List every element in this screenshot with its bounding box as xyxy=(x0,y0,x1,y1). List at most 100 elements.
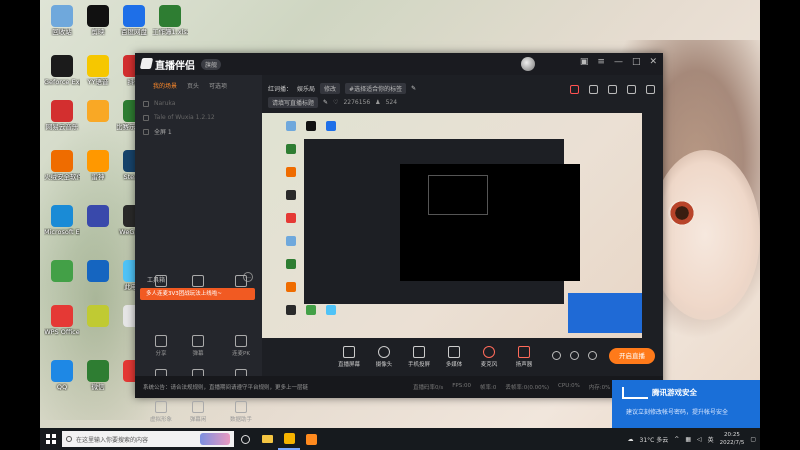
app-icon xyxy=(305,433,317,445)
layout-icon[interactable] xyxy=(608,85,617,94)
taskbar: 在这里输入你要搜索的内容 ☁ 31°C 多云 ^ ▦ ◁ 英 20:25 202… xyxy=(40,428,760,450)
desktop-icon[interactable]: 工作簿1.xlsx xyxy=(152,5,188,36)
tool-item[interactable]: 连麦PK xyxy=(223,335,259,357)
tool-item[interactable]: 分享 xyxy=(143,335,179,357)
left-letterbox xyxy=(0,0,40,450)
likes-icon: ♡ xyxy=(333,99,339,106)
search-placeholder: 在这里输入你要搜索的内容 xyxy=(76,436,149,444)
stream-preview[interactable] xyxy=(262,113,642,338)
go-live-button[interactable]: 开启直播 xyxy=(609,348,655,364)
menu-icon[interactable]: ≡ xyxy=(597,57,605,67)
start-button[interactable] xyxy=(40,428,62,450)
desktop-icon[interactable] xyxy=(44,260,80,283)
record-icon[interactable] xyxy=(552,351,561,360)
desktop-icon[interactable]: 微信 xyxy=(80,360,116,391)
desktop-icon[interactable]: Microsoft Edge xyxy=(44,205,80,236)
eye-icon[interactable] xyxy=(143,100,149,107)
app-icon xyxy=(87,5,109,27)
wallpaper-eye xyxy=(668,200,696,226)
stat-bitrate: 直播码率0/s xyxy=(413,385,444,391)
windows-logo-icon xyxy=(46,434,56,444)
tool-item[interactable]: 弹幕 xyxy=(180,335,216,357)
eye-icon[interactable] xyxy=(143,114,149,121)
eye-icon[interactable] xyxy=(143,128,149,135)
desktop-icon[interactable] xyxy=(80,305,116,328)
tool-item[interactable]: 弹幕闲 xyxy=(180,401,216,423)
microphone-button[interactable]: 麦克风 xyxy=(472,346,506,368)
tool-icon xyxy=(235,275,247,287)
desktop-icon[interactable]: 网易云音乐 xyxy=(44,100,80,131)
avatar[interactable] xyxy=(521,57,535,71)
weather-text[interactable]: 31°C 多云 xyxy=(640,435,669,444)
task-view-button[interactable] xyxy=(234,428,256,450)
share-icon[interactable] xyxy=(646,85,655,94)
gift-icon[interactable] xyxy=(570,85,579,94)
pencil-icon[interactable]: ✎ xyxy=(323,99,328,106)
screen: 回收站 剪映 百度网盘工作簿1.xlsx Geforce Experience YY语音… xyxy=(0,0,800,450)
desktop-icon-label: WPS Office xyxy=(44,328,80,336)
close-icon[interactable]: ✕ xyxy=(649,57,657,67)
desktop-icon[interactable]: Geforce Experience xyxy=(44,55,80,86)
volume-icon[interactable]: ◁ xyxy=(697,436,702,443)
tab-options[interactable]: 可选项 xyxy=(209,81,227,90)
scene-item[interactable]: 全屏 1 xyxy=(135,122,262,136)
tool-item[interactable] xyxy=(180,275,216,287)
scene-item[interactable]: Tale of Wuxia 1.2.12 xyxy=(135,108,262,122)
network-icon[interactable]: ▦ xyxy=(685,436,691,443)
edit-category-button[interactable]: 修改 xyxy=(320,83,341,94)
lock-icon[interactable] xyxy=(589,85,598,94)
promo-tooltip[interactable]: 多人连麦3V3团战玩法上线啦~ xyxy=(140,288,255,300)
desktop-icon[interactable]: 雷神 xyxy=(80,150,116,181)
desktop-icon[interactable]: 百度网盘 xyxy=(116,5,152,36)
speaker-button[interactable]: 扬声器 xyxy=(507,346,541,368)
pencil-icon[interactable]: ✎ xyxy=(411,85,416,92)
tab-header[interactable]: 页头 xyxy=(187,81,199,90)
taskbar-app-live-companion[interactable] xyxy=(278,428,300,450)
desktop-icon[interactable]: 剪映 xyxy=(80,5,116,36)
room-label: 红词播： xyxy=(268,86,293,93)
tray-chevron-icon[interactable]: ^ xyxy=(674,436,679,443)
tool-item[interactable]: 虚拟形象 xyxy=(143,401,179,423)
phone-cast-button[interactable]: 手机投屏 xyxy=(402,346,436,368)
preview-app-icon xyxy=(286,121,296,131)
security-toast[interactable]: 腾讯游戏安全 建议立刻修改帐号密码，提升帐号安全 xyxy=(612,380,760,428)
task-view-icon xyxy=(240,434,250,444)
version-badge[interactable]: 旗舰 xyxy=(201,58,222,70)
bell-icon[interactable] xyxy=(627,85,636,94)
desktop-icon[interactable] xyxy=(80,205,116,228)
maximize-icon[interactable]: □ xyxy=(632,57,641,67)
live-title-field[interactable]: 请填写直播标题 xyxy=(268,97,319,108)
taskbar-app-orange[interactable] xyxy=(300,428,322,450)
desktop-icon[interactable]: YY语音 xyxy=(80,55,116,86)
tab-my-scenes[interactable]: 我的场景 xyxy=(153,81,177,90)
tool-item[interactable]: 数据助手 xyxy=(223,401,259,423)
app-icon xyxy=(87,360,109,382)
camera-button[interactable]: 摄像头 xyxy=(367,346,401,368)
desktop-icon[interactable]: QQ xyxy=(44,360,80,391)
taskbar-search[interactable]: 在这里输入你要搜索的内容 xyxy=(62,431,234,447)
file-explorer-button[interactable] xyxy=(256,428,278,450)
ime-indicator[interactable]: 英 xyxy=(708,435,714,444)
skin-icon[interactable]: ▣ xyxy=(580,57,589,67)
desktop-icon[interactable]: WPS Office xyxy=(44,305,80,336)
desktop-icon[interactable] xyxy=(80,260,116,283)
notification-center-icon[interactable]: ▢ xyxy=(750,436,756,443)
settings-gear-icon[interactable] xyxy=(588,351,597,360)
tool-item[interactable] xyxy=(223,275,259,287)
desktop-icon[interactable]: 火绒安全软件 xyxy=(44,150,80,181)
weather-icon[interactable]: ☁ xyxy=(628,436,634,443)
app-icon xyxy=(51,305,73,327)
preview-eye-icon[interactable] xyxy=(570,351,579,360)
system-announcement[interactable]: 系统公告：请合法规规则，直播期间请遵守平台规则，更多上一层链 xyxy=(143,383,363,391)
minimize-icon[interactable]: — xyxy=(614,57,623,67)
wallpaper-face xyxy=(650,150,760,320)
desktop-icon[interactable] xyxy=(80,100,116,123)
screen-capture-button[interactable]: 直播屏幕 xyxy=(332,346,366,368)
clock[interactable]: 20:25 2022/7/5 xyxy=(720,431,745,447)
desktop-icon[interactable]: 回收站 xyxy=(44,5,80,36)
app-icon xyxy=(51,55,73,77)
scene-item[interactable]: Naruka xyxy=(135,94,262,108)
topic-tag-button[interactable]: #选择适合你的标签 xyxy=(345,83,407,94)
multimedia-button[interactable]: 多媒体 xyxy=(437,346,471,368)
tool-item[interactable] xyxy=(143,275,179,287)
